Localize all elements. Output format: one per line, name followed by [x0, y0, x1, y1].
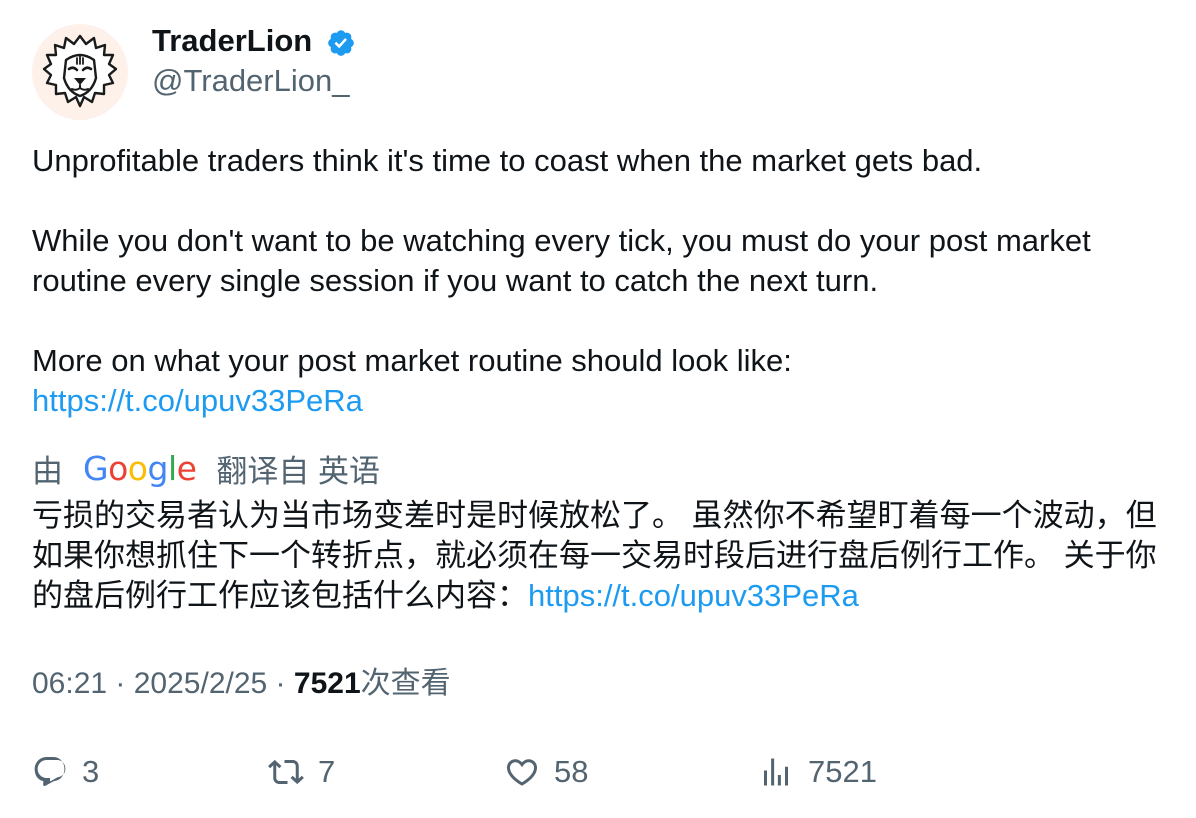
google-logo: Google	[83, 448, 197, 488]
heart-icon	[506, 759, 538, 786]
translation-suffix: 翻译自 英语	[216, 453, 381, 489]
tweet-meta: 06:21 · 2025/2/25 · 7521次查看	[32, 664, 451, 704]
meta-separator: ·	[267, 667, 294, 700]
retweet-icon	[268, 759, 304, 785]
views-action-count: 7521	[808, 754, 877, 789]
views-count: 7521	[293, 667, 361, 700]
retweet-button[interactable]: 7	[268, 752, 335, 792]
translation-prefix: 由	[32, 453, 63, 489]
analytics-icon	[764, 758, 788, 786]
tweet-paragraph: More on what your post market routine sh…	[32, 343, 792, 378]
meta-separator: ·	[107, 667, 134, 700]
tweet-paragraph: Unprofitable traders think it's time to …	[32, 143, 983, 178]
reply-button[interactable]: 3	[32, 752, 99, 792]
reply-count: 3	[82, 754, 100, 789]
tweet-link[interactable]: https://t.co/upuv33PeRa	[32, 383, 363, 418]
avatar[interactable]	[32, 24, 128, 120]
tweet-time[interactable]: 06:21	[32, 667, 107, 700]
tweet-text: Unprofitable traders think it's time to …	[32, 141, 1162, 421]
author-name[interactable]: TraderLion	[152, 22, 312, 60]
translated-link[interactable]: https://t.co/upuv33PeRa	[528, 578, 859, 613]
verified-badge-icon	[326, 28, 356, 58]
reply-icon	[34, 757, 66, 786]
translation-attribution: 由 Google 翻译自 英语	[32, 448, 381, 489]
views-button[interactable]: 7521	[758, 752, 877, 792]
lion-icon	[32, 24, 128, 120]
author-handle[interactable]: @TraderLion_	[152, 62, 349, 100]
translated-text: 亏损的交易者认为当市场变差时是时候放松了。 虽然你不希望盯着每一个波动，但如果你…	[32, 496, 1167, 616]
tweet-date[interactable]: 2025/2/25	[134, 667, 267, 700]
retweet-count: 7	[318, 754, 336, 789]
views-label: 次查看	[360, 667, 451, 700]
tweet-paragraph: While you don't want to be watching ever…	[32, 223, 1100, 298]
like-count: 58	[554, 754, 589, 789]
like-button[interactable]: 58	[504, 752, 588, 792]
